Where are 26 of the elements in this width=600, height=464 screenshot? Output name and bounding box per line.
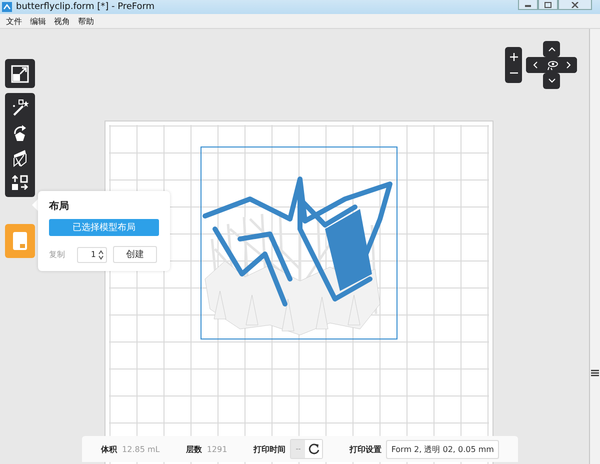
print-settings-label: 打印设置 [349, 444, 382, 454]
print-settings-field[interactable]: Form 2, 透明 02, 0.05 mm [386, 440, 499, 458]
stepper-icon[interactable] [98, 250, 104, 260]
model-drawing[interactable] [202, 176, 392, 336]
maximize-icon [544, 2, 552, 8]
minimize-button[interactable] [518, 0, 538, 10]
create-button[interactable]: 创建 [113, 246, 157, 263]
copies-label: 复制 [49, 249, 66, 260]
close-icon [571, 2, 579, 8]
stat-value: 1291 [206, 444, 228, 454]
stat-label: 体积 [101, 444, 118, 454]
menu-item[interactable]: 文件 [2, 16, 26, 26]
stat-value: 12.85 mL [122, 444, 160, 454]
stat-label: 层数 [186, 444, 202, 454]
popover-title: 布局 [49, 200, 70, 213]
window-title: butterflyclip.form [*] - PreForm [16, 2, 155, 12]
menu-item[interactable]: 视角 [50, 16, 74, 26]
menu-item[interactable]: 编辑 [26, 16, 50, 26]
copies-field[interactable]: 1 [77, 246, 107, 262]
refresh-icon[interactable] [305, 440, 322, 458]
menu-item[interactable]: 帮助 [74, 16, 98, 26]
close-button[interactable] [558, 0, 592, 10]
maximize-button[interactable] [538, 0, 558, 10]
print-time-label: 打印时间 [253, 444, 286, 454]
app-icon [2, 2, 12, 12]
menu-icon[interactable] [591, 369, 599, 377]
